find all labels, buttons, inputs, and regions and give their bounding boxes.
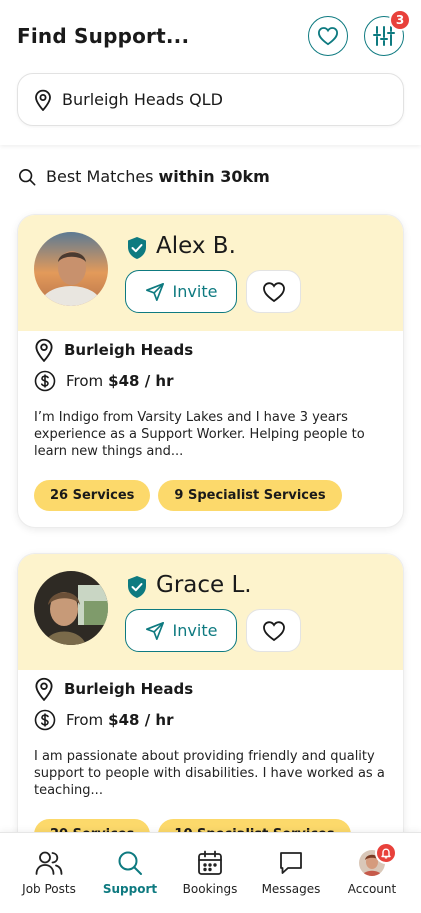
worker-name: Grace L. (156, 572, 252, 598)
card-header-wave (18, 650, 403, 670)
worker-price: From $48 / hr (34, 370, 173, 392)
map-pin-icon (35, 338, 53, 362)
top-header: Find Support... 3 Burleigh Heads QLD (0, 0, 421, 145)
dollar-icon (34, 370, 56, 392)
price-value: $48 / hr (108, 372, 174, 390)
heart-icon (262, 281, 285, 302)
send-icon (145, 621, 164, 640)
favourites-button[interactable] (308, 16, 348, 56)
services-chip[interactable]: 26 Services (34, 480, 151, 511)
invite-label: Invite (172, 621, 218, 640)
location-search-input[interactable]: Burleigh Heads QLD (17, 73, 404, 126)
price-value: $48 / hr (108, 711, 174, 729)
notification-bell-badge[interactable] (375, 842, 397, 864)
nav-label: Bookings (182, 882, 238, 896)
matches-label: Best Matches (46, 167, 154, 186)
service-chips: 26 Services 9 Specialist Services (34, 480, 350, 511)
search-icon (18, 168, 36, 185)
location-text: Burleigh Heads (64, 680, 194, 698)
worker-location: Burleigh Heads (34, 338, 193, 362)
invite-label: Invite (172, 282, 218, 301)
nav-messages[interactable]: Messages (249, 833, 333, 913)
nav-label: Job Posts (22, 882, 76, 896)
nav-account[interactable]: Account (330, 833, 414, 913)
matches-summary: Best Matches within 30km (18, 167, 270, 186)
worker-name: Alex B. (156, 233, 236, 259)
card-header-wave (18, 311, 403, 331)
location-text: Burleigh Heads (64, 341, 194, 359)
dollar-icon (34, 709, 56, 731)
bell-icon (381, 848, 391, 859)
worker-location: Burleigh Heads (34, 677, 193, 701)
worker-price: From $48 / hr (34, 709, 173, 731)
invite-button[interactable]: Invite (125, 270, 237, 313)
invite-button[interactable]: Invite (125, 609, 237, 652)
map-pin-icon (35, 677, 53, 701)
bottom-navigation: Job Posts Support Bookings Messages Acco… (0, 832, 421, 913)
filter-button[interactable]: 3 (364, 9, 411, 56)
support-worker-card[interactable]: Alex B. Invite Burleigh Heads From $48 /… (17, 214, 404, 528)
map-pin-icon (35, 89, 51, 111)
worker-bio: I’m Indigo from Varsity Lakes and I have… (34, 410, 365, 459)
price-prefix: From (66, 372, 104, 390)
nav-label: Support (102, 882, 158, 896)
nav-job-posts[interactable]: Job Posts (7, 833, 91, 913)
favourite-worker-button[interactable] (246, 609, 301, 652)
avatar[interactable] (34, 571, 108, 645)
specialist-services-chip[interactable]: 9 Specialist Services (158, 480, 342, 511)
location-value: Burleigh Heads QLD (62, 90, 223, 109)
favourite-worker-button[interactable] (246, 270, 301, 313)
support-worker-card[interactable]: Grace L. Invite Burleigh Heads From $48 … (17, 553, 404, 867)
send-icon (145, 282, 164, 301)
verified-shield-icon (128, 576, 146, 598)
matches-range: within 30km (158, 167, 270, 186)
heart-icon (317, 27, 339, 46)
heart-icon (262, 620, 285, 641)
page-title: Find Support... (17, 24, 190, 48)
price-prefix: From (66, 711, 104, 729)
message-icon (280, 852, 302, 874)
avatar[interactable] (34, 232, 108, 306)
search-icon (118, 851, 142, 875)
nav-label: Account (347, 882, 397, 896)
calendar-icon (198, 850, 222, 875)
nav-bookings[interactable]: Bookings (168, 833, 252, 913)
nav-support[interactable]: Support (88, 833, 172, 913)
verified-shield-icon (128, 237, 146, 259)
filter-count-badge: 3 (389, 9, 411, 31)
users-icon (35, 851, 63, 875)
nav-label: Messages (261, 882, 321, 896)
worker-bio: I am passionate about providing friendly… (34, 749, 385, 798)
